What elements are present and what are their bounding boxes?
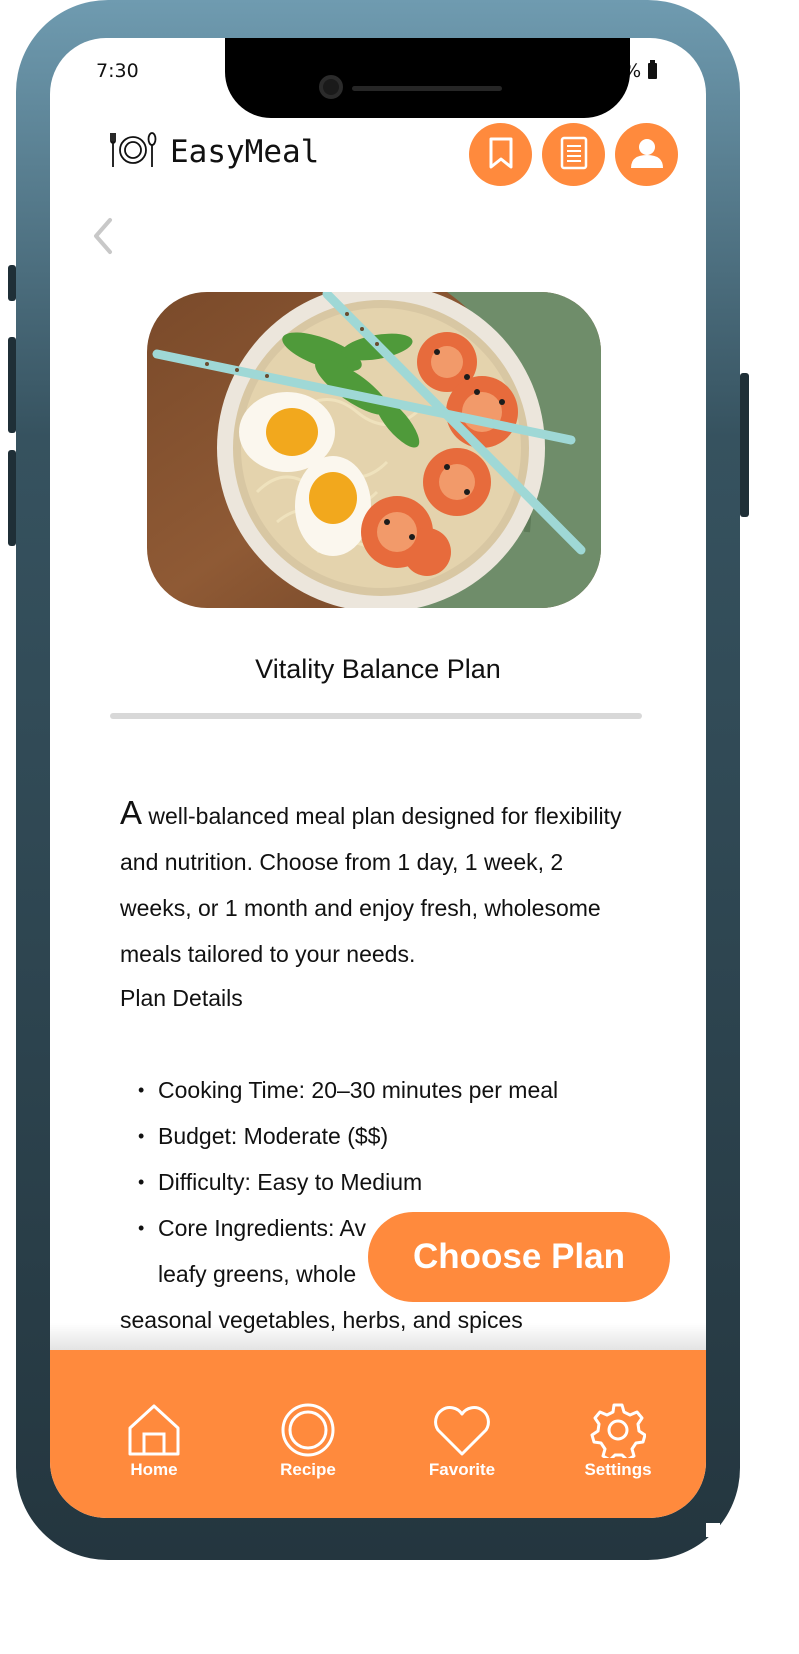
camera [319,75,343,99]
battery-icon [648,60,658,79]
profile-button[interactable] [615,123,678,186]
bookmark-icon [488,137,514,173]
list-item: Difficulty: Easy to Medium [138,1159,638,1205]
plan-hero-image [147,292,601,608]
plan-details-heading: Plan Details [120,985,243,1011]
app-screen: 7:30 80% EasyMeal [50,38,706,1518]
title-divider [110,713,642,719]
home-icon [126,1402,182,1458]
back-button[interactable] [88,216,118,256]
nav-settings[interactable]: Settings [558,1400,678,1480]
gear-icon [590,1402,646,1458]
corner-square [706,1523,720,1537]
core-ingredients-line1: Core Ingredients: Av [158,1215,366,1241]
bookmark-button[interactable] [469,123,532,186]
speaker [352,86,502,91]
recipe-icon [280,1402,336,1458]
side-button-volume-up [8,337,16,433]
side-button-volume-down [8,450,16,546]
nav-home[interactable]: Home [94,1400,214,1480]
nav-home-label: Home [130,1460,178,1479]
nav-shadow [50,1323,706,1353]
nav-recipe-label: Recipe [280,1460,336,1479]
side-button-mute [8,265,16,301]
plan-description: A well-balanced meal plan designed for f… [120,790,640,977]
list-item: Budget: Moderate ($$) [138,1113,638,1159]
plate-cutlery-icon [108,130,158,174]
heart-icon [432,1402,492,1458]
choose-plan-button[interactable]: Choose Plan [368,1212,670,1302]
meal-plan-button[interactable] [542,123,605,186]
nav-favorite-label: Favorite [428,1460,496,1479]
plan-title: Vitality Balance Plan [255,654,501,684]
profile-icon [629,137,665,173]
nav-settings-label: Settings [584,1460,652,1479]
notch [225,38,630,118]
description-dropcap: A [120,794,143,831]
nav-favorite[interactable]: Favorite [402,1400,522,1480]
bottom-nav: Home Recipe Favorite Settings [50,1350,706,1518]
nav-recipe[interactable]: Recipe [248,1400,368,1480]
description-text: well-balanced meal plan designed for fle… [120,803,622,967]
document-icon [560,136,588,174]
app-name: EasyMeal [170,134,320,170]
app-logo[interactable]: EasyMeal [108,130,319,174]
side-button-power [740,373,749,517]
chevron-left-icon [88,218,118,260]
list-item: Cooking Time: 20–30 minutes per meal [138,1067,638,1113]
header-actions [469,123,678,186]
status-time: 7:30 [96,60,139,82]
